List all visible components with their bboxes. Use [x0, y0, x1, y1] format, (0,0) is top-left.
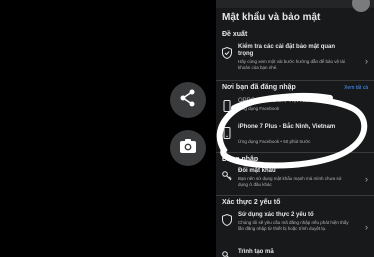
see-all-link[interactable]: Xem tất cả [344, 85, 368, 91]
more-options-icon[interactable]: ⋮ [360, 128, 368, 137]
login-device-name: iPhone 7 Plus - Bắc Ninh, Vietnam [238, 124, 336, 130]
two-factor-item[interactable]: Sử dụng xác thực 2 yếu tố Chúng tôi sẽ y… [216, 212, 374, 244]
camera-icon [178, 136, 198, 161]
security-settings-panel: Mật khẩu và bảo mật Đề xuất Kiểm tra các… [216, 0, 374, 257]
page-title: Mật khẩu và bảo mật [222, 12, 321, 23]
chevron-right-icon: › [365, 222, 368, 232]
divider [216, 80, 374, 81]
chevron-right-icon: › [365, 56, 368, 66]
login-section: Đăng nhập [216, 156, 374, 163]
login-device-detail: Ứng dụng Facebook • 50 phút trước [238, 139, 311, 144]
camera-button[interactable] [170, 130, 206, 166]
code-generator-title: Trình tạo mã [238, 249, 274, 255]
section-header-login: Đăng nhập [222, 156, 259, 163]
security-checkup-subtitle: Hãy cùng xem một vài bước hướng dẫn để b… [238, 59, 345, 70]
section-header-suggested: Đề xuất [222, 31, 248, 38]
shield-icon [222, 46, 232, 60]
login-device-detail: Ứng dụng Facebook [238, 106, 280, 111]
chevron-right-icon: › [365, 174, 368, 184]
phone-icon [222, 99, 232, 112]
avatar[interactable] [352, 0, 370, 12]
section-header-two-factor: Xác thực 2 yếu tố [222, 199, 281, 206]
share-icon [178, 88, 198, 113]
shield-icon [222, 213, 232, 227]
divider [216, 195, 374, 196]
divider [216, 152, 374, 153]
share-button[interactable] [170, 82, 206, 118]
security-checkup-title: Kiểm tra các cài đặt bảo mật quan trọng [238, 44, 336, 57]
key-icon [222, 249, 232, 257]
change-password-title: Đổi mật khẩu [238, 168, 276, 174]
suggested-section: Đề xuất [216, 31, 374, 38]
security-checkup-item[interactable]: Kiểm tra các cài đặt bảo mật quan trọng … [216, 44, 374, 78]
top-bar [216, 0, 374, 12]
phone-icon [222, 126, 232, 139]
two-factor-section: Xác thực 2 yếu tố [216, 199, 374, 206]
code-generator-item[interactable]: Trình tạo mã [216, 249, 374, 257]
change-password-subtitle: Bạn nên sử dụng mật khẩu mạnh mà mình ch… [238, 176, 342, 187]
two-factor-subtitle: Chúng tôi sẽ yêu cầu mã đăng nhập nếu ph… [238, 220, 349, 231]
change-password-item[interactable]: Đổi mật khẩu Bạn nên sử dụng mật khẩu mạ… [216, 168, 374, 192]
two-factor-title: Sử dụng xác thực 2 yếu tố [238, 212, 314, 218]
login-device-item[interactable]: iPhone 7 Plus - Bắc Ninh, Vietnam Ứng dụ… [216, 124, 374, 146]
login-device-name: OPPO A15 - Biên, Việt Nam [238, 98, 313, 104]
key-icon [222, 169, 232, 181]
login-device-item[interactable]: OPPO A15 - Biên, Việt Nam Ứng dụng Faceb… [216, 98, 374, 116]
